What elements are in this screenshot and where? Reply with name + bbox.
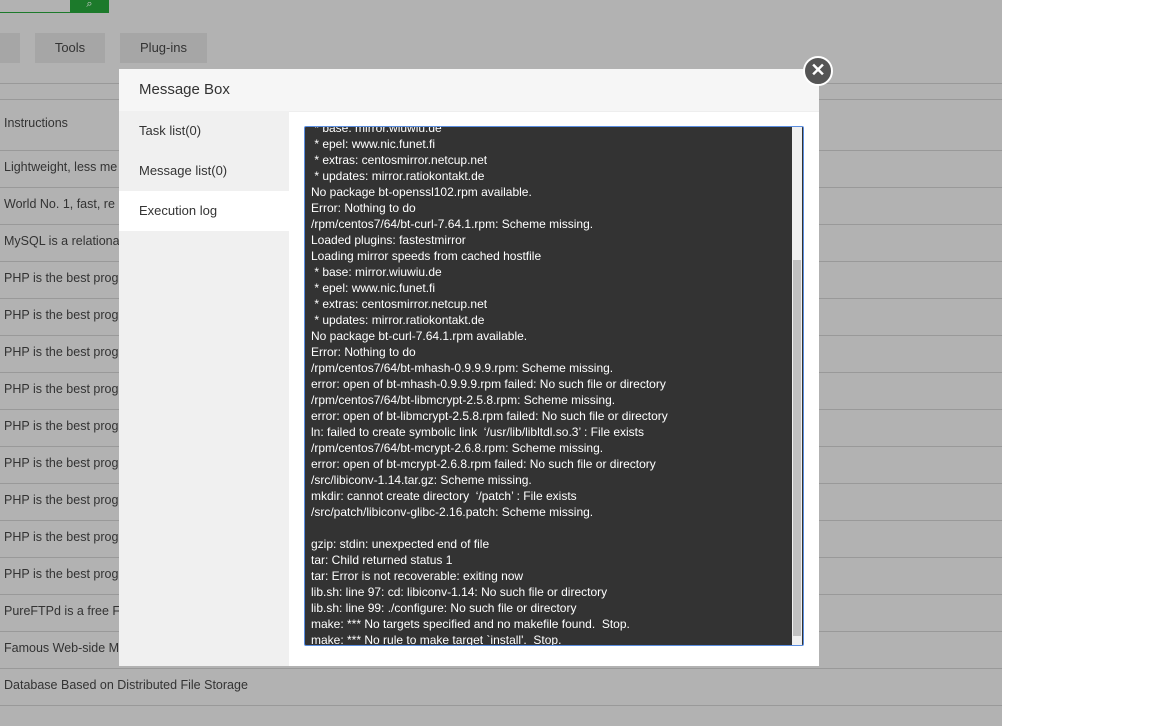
table-row: Database Based on Distributed File Stora… (4, 678, 248, 692)
table-row: PHP is the best prog (4, 530, 119, 544)
sidebar-item-execution-log[interactable]: Execution log (119, 191, 289, 231)
row-divider (0, 705, 1002, 706)
dialog-sidebar: Task list(0) Message list(0) Execution l… (119, 111, 289, 666)
table-row: PHP is the best prog (4, 419, 119, 433)
table-row: PHP is the best prog (4, 382, 119, 396)
search-input[interactable] (0, 0, 70, 13)
scrollbar-thumb[interactable] (793, 260, 801, 636)
table-row: PureFTPd is a free FT (4, 604, 128, 618)
execution-log-textarea[interactable]: * base: mirror.wiuwiu.de * epel: www.nic… (304, 126, 804, 646)
table-row: MySQL is a relationa (4, 234, 120, 248)
close-icon[interactable]: ✕ (803, 56, 833, 86)
table-row: PHP is the best prog (4, 308, 119, 322)
sidebar-item-message-list[interactable]: Message list(0) (119, 151, 289, 191)
table-row: PHP is the best prog (4, 567, 119, 581)
table-row: PHP is the best prog (4, 456, 119, 470)
message-box-dialog: Message Box Task list(0) Message list(0)… (119, 69, 819, 666)
log-text: * base: mirror.wiuwiu.de * epel: www.nic… (311, 126, 668, 646)
sidebar-item-task-list[interactable]: Task list(0) (119, 111, 289, 151)
row-divider (0, 668, 1002, 669)
table-row: Famous Web-side M (4, 641, 120, 655)
tab-tools[interactable]: Tools (35, 33, 105, 63)
tab-partial[interactable] (0, 33, 20, 63)
table-row: World No. 1, fast, re (4, 197, 115, 211)
table-row: PHP is the best prog (4, 493, 119, 507)
dialog-title: Message Box (119, 69, 819, 112)
search-button[interactable]: ⌕ (70, 0, 109, 13)
search-icon: ⌕ (86, 0, 93, 10)
table-row: Lightweight, less me (4, 160, 118, 174)
table-row: PHP is the best prog (4, 271, 119, 285)
table-row: Instructions (4, 116, 68, 130)
scrollbar[interactable] (792, 127, 802, 645)
tab-plugins[interactable]: Plug-ins (120, 33, 207, 63)
table-row: PHP is the best prog (4, 345, 119, 359)
